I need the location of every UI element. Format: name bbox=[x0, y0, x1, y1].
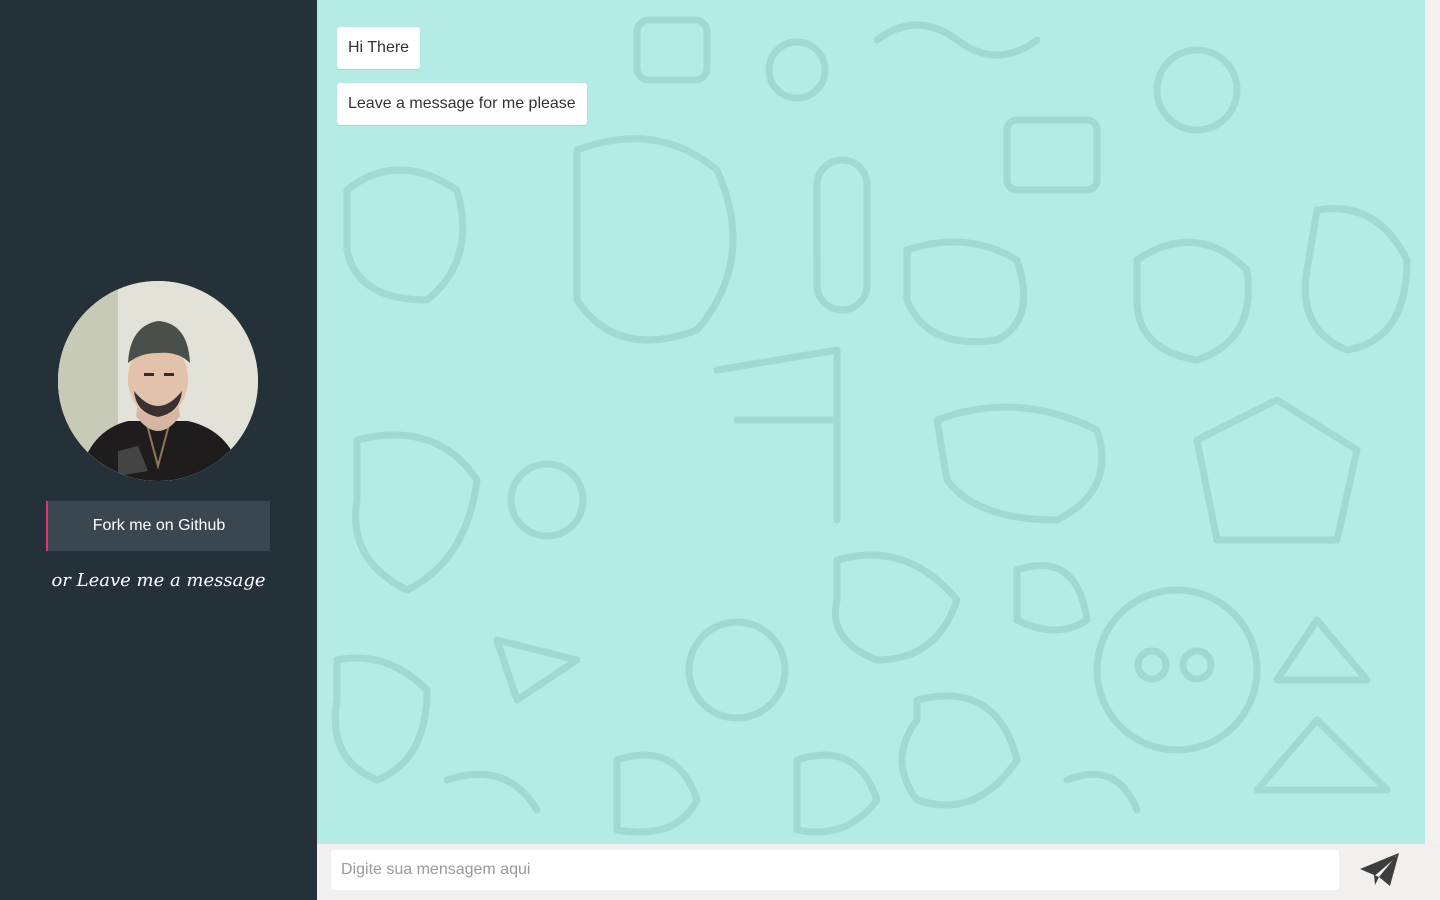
composer bbox=[317, 844, 1440, 900]
send-button[interactable] bbox=[1357, 850, 1403, 890]
message-bubble: Leave a message for me please bbox=[337, 83, 587, 125]
paper-plane-icon bbox=[1360, 853, 1399, 886]
doodle-background bbox=[331, 16, 1411, 836]
sidebar: Fork me on Github or Leave me a message bbox=[0, 0, 317, 900]
message-bubble: Hi There bbox=[337, 27, 421, 69]
app: Fork me on Github or Leave me a message bbox=[0, 0, 1440, 900]
chat-scrollbar[interactable] bbox=[1425, 0, 1440, 844]
chat-area: Hi There Leave a message for me please bbox=[317, 0, 1425, 844]
message-input[interactable] bbox=[331, 850, 1339, 890]
avatar bbox=[58, 281, 258, 481]
fork-github-button[interactable]: Fork me on Github bbox=[46, 501, 270, 551]
leave-message-text: or Leave me a message bbox=[51, 570, 266, 591]
